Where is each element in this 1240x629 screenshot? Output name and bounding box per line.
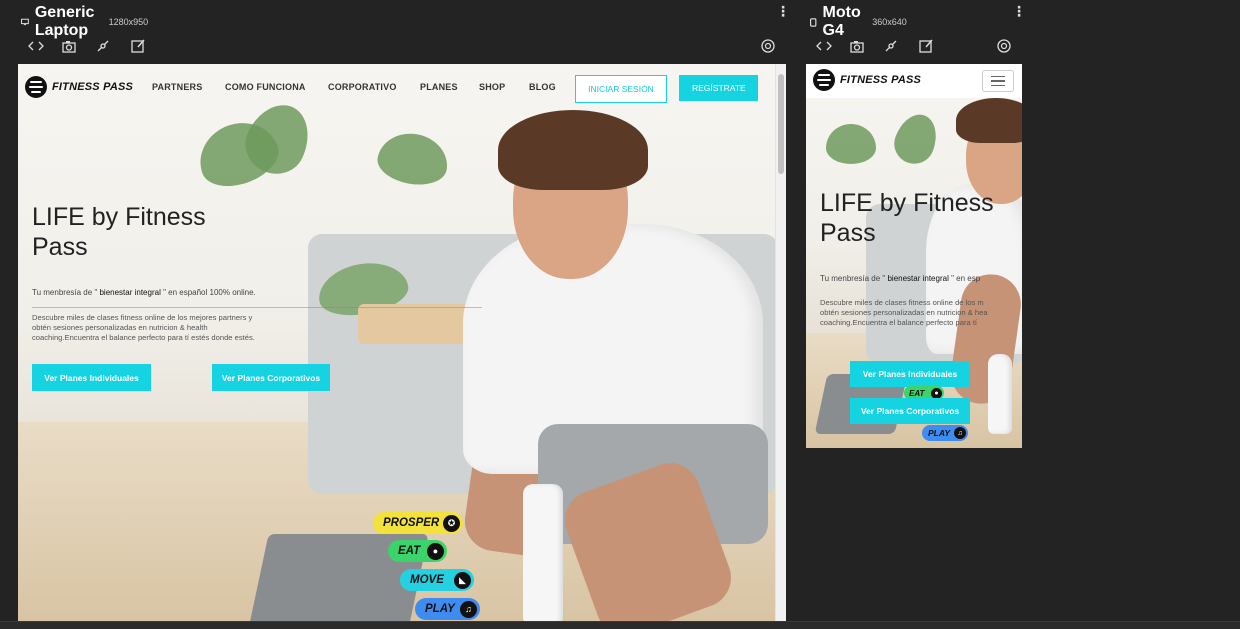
mobile-logo-text: FITNESS PASS <box>840 74 922 86</box>
mobile-device-dims: 360x640 <box>872 17 907 27</box>
music-icon: ♫ <box>460 600 477 618</box>
hamburger-menu-icon[interactable] <box>982 70 1014 92</box>
pill-play[interactable]: PLAY ♫ <box>415 598 480 620</box>
apple-icon: ● <box>427 542 444 560</box>
mobile-pill-play[interactable]: PLAY ♫ <box>922 425 968 441</box>
laptop-device-dims: 1280x950 <box>108 17 149 27</box>
mobile-more-menu-icon[interactable]: ⋮ <box>1012 3 1026 20</box>
mobile-title-rest: by Fitness <box>872 189 994 217</box>
hero-title: LIFE by Fitness Pass <box>32 202 206 262</box>
mobile-corporate-plans-button[interactable]: Ver Planes Corporativos <box>850 398 970 424</box>
mobile-rotate-device-icon[interactable] <box>994 36 1014 56</box>
register-button[interactable]: REGÍSTRATE <box>679 75 758 101</box>
subtitle-post: " en español 100% online. <box>163 288 256 297</box>
laptop-viewport: FITNESS PASS PARTNERS COMO FUNCIONA CORP… <box>18 64 786 624</box>
mobile-navbar: FITNESS PASS <box>806 64 1022 98</box>
shoe-icon: ◣ <box>454 571 471 589</box>
mobile-sync-link-icon[interactable] <box>881 36 901 56</box>
scrollbar-thumb[interactable] <box>778 74 784 174</box>
pill-play-label: PLAY <box>425 603 455 615</box>
mobile-hero-subtitle: Tu menbresía de " bienestar integral " e… <box>820 274 980 283</box>
fitness-pass-logo-icon <box>25 76 47 98</box>
mobile-apple-icon: ● <box>931 387 942 399</box>
mobile-subtitle-pre: Tu menbresía de " <box>820 274 886 283</box>
subtitle-emphasis: bienestar integral <box>97 288 164 297</box>
hero-subtitle: Tu menbresía de " bienestar integral " e… <box>32 288 256 297</box>
laptop-more-menu-icon[interactable]: ⋮ <box>776 3 790 20</box>
individual-plans-button[interactable]: Ver Planes Individuales <box>32 364 151 391</box>
mobile-screenshot-camera-icon[interactable] <box>847 36 867 56</box>
nav-como-funciona[interactable]: COMO FUNCIONA <box>225 82 306 92</box>
mobile-viewport: FITNESS PASS LIFE by Fitness Pass Tu men… <box>806 64 1022 448</box>
phone-icon <box>810 17 817 27</box>
site-navbar: FITNESS PASS PARTNERS COMO FUNCIONA CORP… <box>18 64 775 110</box>
mobile-code-view-icon[interactable] <box>814 36 834 56</box>
mobile-desc-line-1: Descubre miles de clases fitness online … <box>820 298 984 307</box>
fitness-pass-logo[interactable]: FITNESS PASS <box>25 76 133 98</box>
award-icon: ✪ <box>443 514 460 532</box>
mobile-fitness-pass-logo[interactable]: FITNESS PASS <box>813 69 921 91</box>
laptop-device-header: Generic Laptop 1280x950 <box>21 4 148 40</box>
mobile-individual-plans-button[interactable]: Ver Planes Individuales <box>850 361 970 387</box>
laptop-scrollbar[interactable] <box>775 64 786 624</box>
desc-line-2: obtén sesiones personalizadas en nutrici… <box>32 322 208 332</box>
mobile-edit-icon[interactable] <box>916 36 936 56</box>
code-view-icon[interactable] <box>26 36 46 56</box>
mobile-subtitle-post: " en esp <box>951 274 981 283</box>
mobile-device-name: Moto G4 <box>822 4 861 39</box>
pill-move[interactable]: MOVE ◣ <box>400 569 474 591</box>
mobile-hero-description: Descubre miles de clases fitness online … <box>820 298 988 328</box>
pill-eat-label: EAT <box>398 545 421 557</box>
mobile-title-strong: LIFE <box>820 189 873 217</box>
mobile-music-icon: ♫ <box>954 427 966 439</box>
laptop-device-name: Generic Laptop <box>34 4 95 39</box>
pill-prosper[interactable]: PROSPER ✪ <box>373 512 463 534</box>
nav-corporativo[interactable]: CORPORATIVO <box>328 82 397 92</box>
sync-link-icon[interactable] <box>93 36 113 56</box>
mobile-desc-line-2: obtén sesiones personalizadas en nutrici… <box>820 307 988 317</box>
mobile-subtitle-emphasis: bienestar integral <box>885 274 952 283</box>
mobile-device-header: Moto G4 360x640 <box>810 4 907 40</box>
hero-title-line2: Pass <box>32 233 88 261</box>
pill-eat[interactable]: EAT ● <box>388 540 447 562</box>
pill-move-label: MOVE <box>410 574 444 586</box>
mobile-hero-title: LIFE by Fitness Pass <box>820 188 994 248</box>
screenshot-camera-icon[interactable] <box>59 36 79 56</box>
hero-title-strong: LIFE <box>32 203 85 231</box>
mobile-desc-line-3: coaching.Encuentra el balance perfecto p… <box>820 317 978 327</box>
edit-icon[interactable] <box>128 36 148 56</box>
corporate-plans-button[interactable]: Ver Planes Corporativos <box>212 364 330 391</box>
hero-description: Descubre miles de clases fitness online … <box>32 313 255 343</box>
nav-blog[interactable]: BLOG <box>529 82 556 92</box>
monitor-icon <box>21 18 29 26</box>
login-button[interactable]: INICIAR SESIÓN <box>575 75 667 103</box>
hero-title-rest: by Fitness <box>84 203 206 231</box>
bottom-status-strip <box>0 621 1240 629</box>
mobile-pill-play-label: PLAY <box>928 428 951 438</box>
divider <box>32 307 482 308</box>
nav-planes[interactable]: PLANES <box>420 82 458 92</box>
mobile-pill-eat-label: EAT <box>909 388 925 398</box>
nav-partners[interactable]: PARTNERS <box>152 82 202 92</box>
mobile-title-line2: Pass <box>820 219 876 247</box>
mobile-logo-icon <box>813 69 835 91</box>
desc-line-3: coaching.Encuentra el balance perfecto p… <box>32 332 255 342</box>
logo-text: FITNESS PASS <box>52 81 134 93</box>
nav-shop[interactable]: SHOP <box>479 82 505 92</box>
subtitle-pre: Tu menbresía de " <box>32 288 98 297</box>
pill-prosper-label: PROSPER <box>383 517 440 529</box>
desc-line-1: Descubre miles de clases fitness online … <box>32 313 253 322</box>
rotate-device-icon[interactable] <box>758 36 778 56</box>
